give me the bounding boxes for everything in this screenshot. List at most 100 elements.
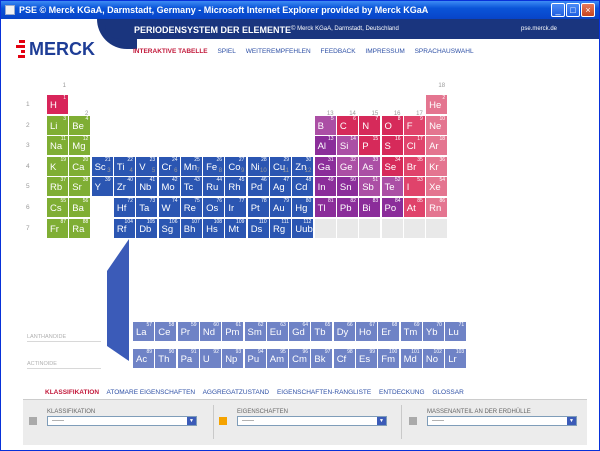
- element-ta[interactable]: 73 Ta: [136, 198, 158, 217]
- element-se[interactable]: 34 Se: [381, 156, 403, 176]
- element-ag[interactable]: 47 Ag: [270, 177, 291, 197]
- element-ge[interactable]: 32 Ge: [336, 156, 358, 176]
- element-y[interactable]: 39 Y: [91, 177, 113, 197]
- element-db[interactable]: 105 Db: [136, 218, 158, 238]
- element-o[interactable]: 8O: [381, 115, 403, 135]
- element-h[interactable]: 1H: [47, 95, 68, 114]
- element-md[interactable]: 101 Md: [400, 349, 422, 368]
- element-rn[interactable]: 86 Rn: [426, 198, 448, 217]
- element-zr[interactable]: 40 Zr: [113, 177, 135, 197]
- element-ba[interactable]: 56 Ba: [69, 198, 91, 217]
- element-uub[interactable]: 112 Uub: [292, 218, 314, 238]
- element-pa[interactable]: 91 Pa: [177, 349, 199, 368]
- element-k[interactable]: 19 K: [47, 156, 68, 176]
- element-ru[interactable]: 44 Ru: [203, 177, 225, 197]
- element-al[interactable]: 13 Al: [314, 136, 336, 156]
- element-rg[interactable]: 111 Rg: [270, 218, 291, 238]
- massenanteil-select[interactable]: ------ ▼: [427, 416, 577, 426]
- element-te[interactable]: 52 Te: [381, 177, 403, 197]
- element-re[interactable]: 75 Re: [180, 198, 202, 217]
- element-np[interactable]: 93 Np: [222, 349, 244, 368]
- element-tc[interactable]: 43 Tc: [180, 177, 202, 197]
- element-xe[interactable]: 54 Xe: [426, 177, 448, 197]
- element-ne[interactable]: 10 Ne: [426, 115, 448, 135]
- element-kr[interactable]: 36 Kr: [426, 156, 448, 176]
- element-si[interactable]: 14 Si: [336, 136, 358, 156]
- element-ga[interactable]: 31 Ga: [314, 156, 336, 176]
- element-c[interactable]: 6C: [336, 115, 358, 135]
- element-br[interactable]: 35 Br: [403, 156, 425, 176]
- element-cs[interactable]: 55 Cs: [47, 198, 68, 217]
- element-sg[interactable]: 106 Sg: [158, 218, 180, 238]
- element-na[interactable]: 11 Na: [47, 136, 68, 156]
- tab-klassifikation[interactable]: KLASSIFIKATION: [45, 389, 99, 396]
- element-at[interactable]: 85 At: [403, 198, 425, 217]
- eigenschaften-checkbox[interactable]: [219, 417, 227, 425]
- element-os[interactable]: 76 Os: [203, 198, 225, 217]
- element-ac[interactable]: 89 Ac: [133, 349, 154, 368]
- tab-atomare-eigenschaften[interactable]: ATOMARE EIGENSCHAFTEN: [107, 389, 196, 396]
- element-li[interactable]: 3 Li: [47, 115, 68, 135]
- element-lr[interactable]: 103 Lr: [445, 349, 467, 368]
- tab-glossar[interactable]: GLOSSAR: [432, 389, 463, 396]
- element-ce[interactable]: 58 Ce: [155, 322, 177, 341]
- element-rf[interactable]: 104 Rf: [113, 218, 135, 238]
- element-la[interactable]: 57 La: [133, 322, 154, 341]
- element-cf[interactable]: 98 Cf: [333, 349, 355, 368]
- element-u[interactable]: 92 U: [199, 349, 221, 368]
- element-ho[interactable]: 67 Ho: [356, 322, 377, 341]
- element-p[interactable]: 15 P: [359, 136, 381, 156]
- element-er[interactable]: 68 Er: [378, 322, 400, 341]
- element-au[interactable]: 79 Au: [270, 198, 291, 217]
- element-as[interactable]: 33 As: [359, 156, 381, 176]
- element-yb[interactable]: 70 Yb: [422, 322, 444, 341]
- tab-entdeckung[interactable]: ENTDECKUNG: [379, 389, 425, 396]
- element-pd[interactable]: 46 Pd: [247, 177, 269, 197]
- element-b[interactable]: 5B: [314, 115, 336, 135]
- element-ir[interactable]: 77 Ir: [225, 198, 247, 217]
- element-sm[interactable]: 62 Sm: [244, 322, 266, 341]
- element-po[interactable]: 84 Po: [381, 198, 403, 217]
- element-am[interactable]: 95 Am: [266, 349, 288, 368]
- element-hg[interactable]: 80 Hg: [292, 198, 314, 217]
- element-fm[interactable]: 100 Fm: [378, 349, 400, 368]
- massenanteil-checkbox[interactable]: [409, 417, 417, 425]
- element-sb[interactable]: 51 Sb: [359, 177, 381, 197]
- element-nd[interactable]: 60 Nd: [199, 322, 221, 341]
- element-rb[interactable]: 37 Rb: [47, 177, 68, 197]
- element-pt[interactable]: 78 Pt: [247, 198, 269, 217]
- element-no[interactable]: 102 No: [422, 349, 444, 368]
- element-fr[interactable]: 87 Fr: [47, 218, 68, 238]
- element-pb[interactable]: 82 Pb: [336, 198, 358, 217]
- element-sr[interactable]: 38 Sr: [69, 177, 91, 197]
- element-hf[interactable]: 72 Hf: [113, 198, 135, 217]
- element-mo[interactable]: 42 Mo: [158, 177, 180, 197]
- element-ra[interactable]: 88 Ra: [69, 218, 91, 238]
- element-hs[interactable]: 108 Hs: [203, 218, 225, 238]
- tab-eigenschaften-rangliste[interactable]: EIGENSCHAFTEN-RANGLISTE: [277, 389, 371, 396]
- element-be[interactable]: 4 Be: [69, 115, 91, 135]
- element-ds[interactable]: 110 Ds: [247, 218, 269, 238]
- element-pu[interactable]: 94 Pu: [244, 349, 266, 368]
- element-cm[interactable]: 96 Cm: [289, 349, 311, 368]
- element-ca[interactable]: 20 Ca: [69, 156, 91, 176]
- element-lu[interactable]: 71 Lu: [445, 322, 467, 341]
- element-i[interactable]: 53 I: [403, 177, 425, 197]
- element-bi[interactable]: 83 Bi: [359, 198, 381, 217]
- element-tb[interactable]: 65 Tb: [311, 322, 333, 341]
- element-tm[interactable]: 69 Tm: [400, 322, 422, 341]
- element-rh[interactable]: 45 Rh: [225, 177, 247, 197]
- element-f[interactable]: 9F: [403, 115, 425, 135]
- tab-aggregatzustand[interactable]: AGGREGATZUSTAND: [203, 389, 270, 396]
- element-ar[interactable]: 18 Ar: [426, 136, 448, 156]
- element-bk[interactable]: 97 Bk: [311, 349, 333, 368]
- element-gd[interactable]: 64 Gd: [289, 322, 311, 341]
- klassifikation-checkbox[interactable]: [29, 417, 37, 425]
- element-eu[interactable]: 63 Eu: [266, 322, 288, 341]
- element-pm[interactable]: 61 Pm: [222, 322, 244, 341]
- element-nb[interactable]: 41 Nb: [136, 177, 158, 197]
- eigenschaften-select[interactable]: ------ ▼: [237, 416, 387, 426]
- element-in[interactable]: 49 In: [314, 177, 336, 197]
- element-mg[interactable]: 12 Mg: [69, 136, 91, 156]
- klassifikation-select[interactable]: ------ ▼: [47, 416, 197, 426]
